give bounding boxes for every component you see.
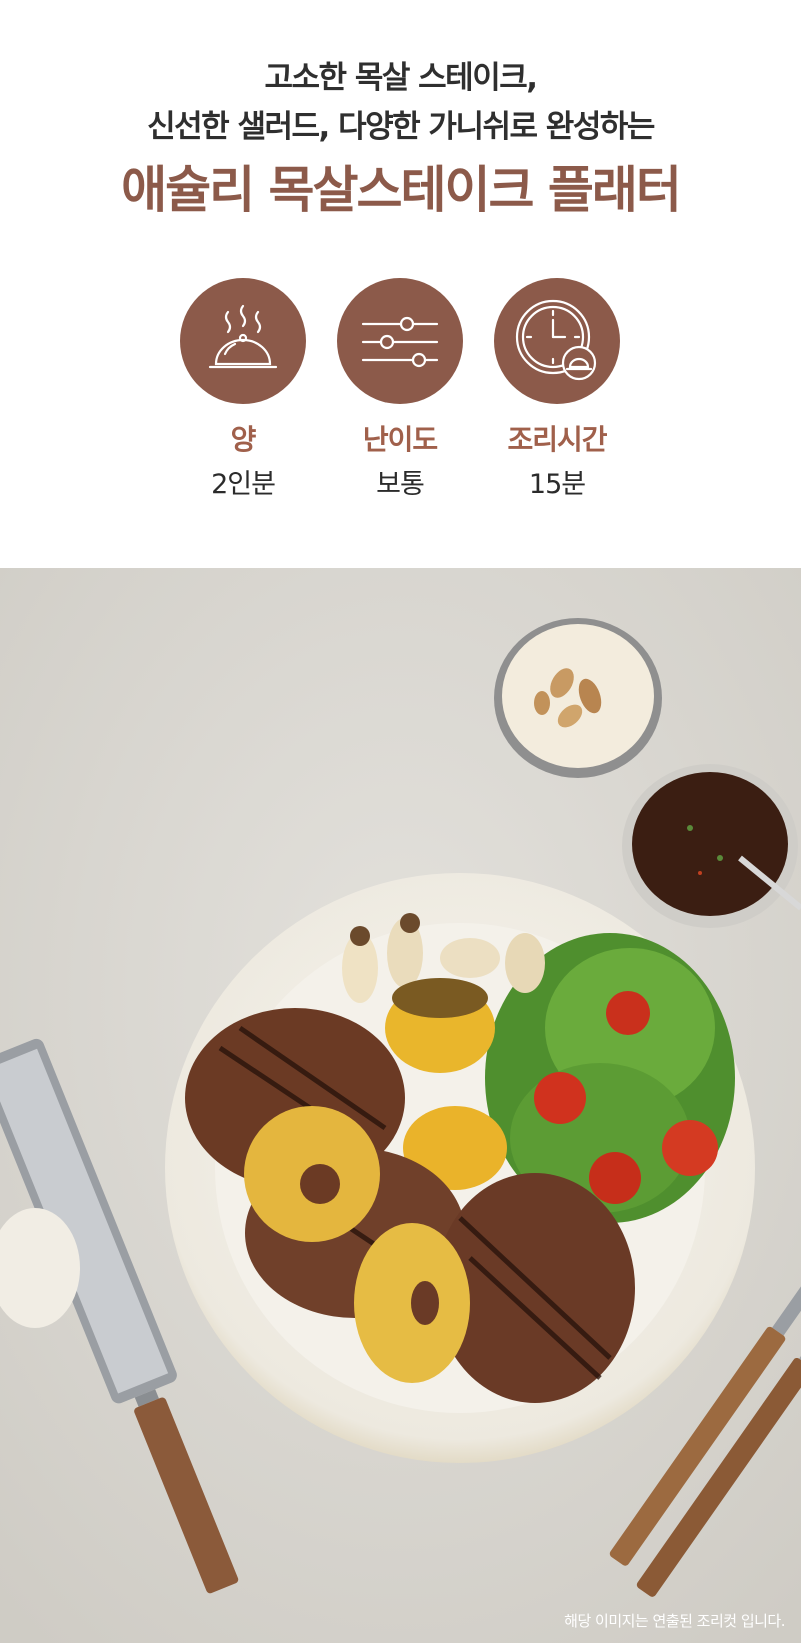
header-section: 고소한 목살 스테이크, 신선한 샐러드, 다양한 가니쉬로 완성하는 애슐리 … [0, 0, 801, 560]
info-servings: 양 2인분 [180, 278, 306, 501]
info-cook-time: 조리시간 15분 [494, 278, 620, 501]
cloche-icon [180, 278, 306, 404]
info-row: 양 2인분 난이도 보통 조리시간 15분 [0, 278, 801, 508]
cream-sauce-bowl [494, 618, 662, 778]
servings-label: 양 [230, 423, 257, 456]
cook-time-value: 15분 [528, 469, 586, 500]
servings-value: 2인분 [211, 469, 276, 500]
cook-time-label: 조리시간 [507, 423, 607, 456]
photo-caption: 해당 이미지는 연출된 조리컷 입니다. [564, 1612, 785, 1630]
clock-icon [494, 278, 620, 404]
sliders-icon [337, 278, 463, 404]
info-difficulty: 난이도 보통 [337, 278, 463, 501]
subtitle-line-2: 신선한 샐러드, 다양한 가니쉬로 완성하는 [147, 109, 655, 145]
difficulty-value: 보통 [376, 469, 425, 500]
product-title: 애슐리 목살스테이크 플래터 [121, 161, 682, 219]
product-photo: 해당 이미지는 연출된 조리컷 입니다. [0, 568, 801, 1643]
subtitle-line-1: 고소한 목살 스테이크, [264, 60, 538, 96]
steak-platter-illustration [0, 568, 801, 1643]
difficulty-label: 난이도 [362, 423, 438, 456]
